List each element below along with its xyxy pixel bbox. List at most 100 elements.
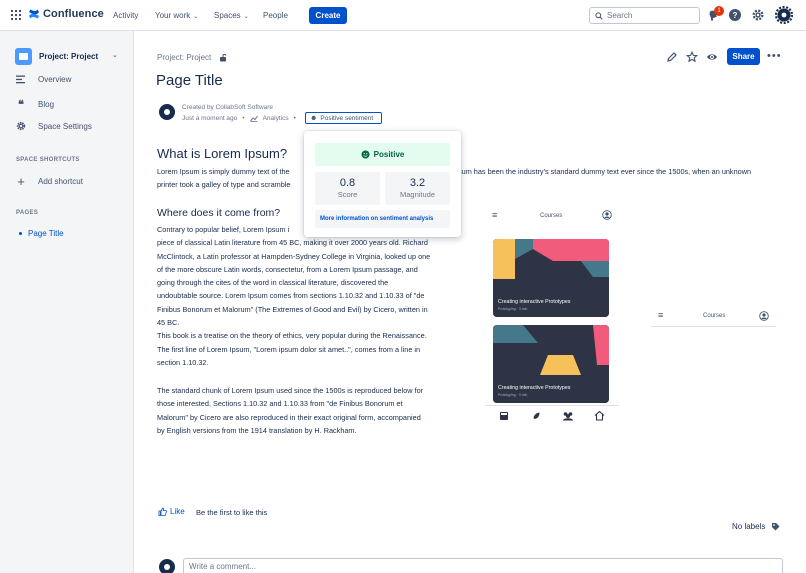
- sidebar-item-label: Space Settings: [38, 121, 92, 131]
- sentiment-result: Positive: [315, 143, 450, 166]
- mockup-header-title: Courses: [540, 213, 563, 219]
- label-tag-icon[interactable]: [771, 522, 780, 531]
- space-sidebar: Project: Project ⌄ Overview ❝ Blog Space…: [0, 31, 134, 573]
- tab-bar-home-icon: [594, 410, 605, 421]
- byline-meta: Just a moment ago • Analytics •: [182, 115, 296, 122]
- search-icon: [595, 11, 603, 20]
- help-icon[interactable]: ?: [728, 8, 742, 22]
- nav-people[interactable]: People: [263, 11, 288, 20]
- sentiment-info-link[interactable]: More information on sentiment analysis: [315, 210, 450, 228]
- like-button[interactable]: Like: [158, 507, 185, 516]
- tab-bar-rocket-icon: [533, 412, 540, 419]
- more-actions-icon[interactable]: •••: [767, 50, 782, 62]
- comment-input[interactable]: Write a comment...: [183, 558, 783, 573]
- star-icon[interactable]: [686, 51, 698, 63]
- paragraph-line: section 1.10.32.: [157, 357, 209, 367]
- chevron-down-icon[interactable]: ⌄: [112, 51, 118, 59]
- paragraph-line: The standard chunk of Lorem Ipsum used s…: [157, 386, 424, 395]
- share-button[interactable]: Share: [727, 48, 760, 65]
- labels-section: No labels: [732, 522, 780, 531]
- app-mockup-header-image: ≡ Courses: [651, 307, 776, 327]
- score-stat: 0.8 Score: [315, 172, 380, 205]
- edit-pencil-icon[interactable]: [666, 51, 678, 63]
- sentiment-label: Positive: [373, 150, 405, 159]
- sidebar-item-space-settings[interactable]: Space Settings: [16, 121, 92, 131]
- search-placeholder: Search: [607, 11, 633, 20]
- like-summary: Be the first to like this: [196, 508, 268, 517]
- sentiment-popup: Positive 0.8 Score 3.2 Magnitude More in…: [304, 131, 461, 237]
- score-value: 0.8: [339, 177, 356, 189]
- pages-heading: PAGES: [16, 210, 39, 216]
- sidebar-item-overview[interactable]: Overview: [16, 75, 71, 84]
- user-avatar-icon[interactable]: [775, 6, 793, 24]
- page-tree-item[interactable]: Page Title: [19, 229, 64, 238]
- magnitude-value: 3.2: [409, 177, 426, 189]
- separator-dot: •: [242, 115, 245, 122]
- paragraph-line: Finibus Bonorum et Malorum" (The Extreme…: [157, 304, 428, 314]
- card-subtitle: Prototyping · 3 min: [498, 393, 528, 397]
- smiley-icon: ☻: [310, 114, 318, 122]
- space-name: Project: Project: [39, 52, 99, 61]
- confluence-logo-icon: [29, 9, 39, 19]
- search-input[interactable]: Search: [589, 7, 700, 24]
- space-shortcuts-heading: SPACE SHORTCUTS: [16, 157, 80, 163]
- paragraph-line: The first line of Lorem Ipsum, "Lorem ip…: [157, 344, 421, 354]
- product-name: Confluence: [43, 8, 104, 20]
- like-label: Like: [170, 507, 185, 516]
- space-header[interactable]: Project: Project: [15, 48, 98, 65]
- app-mockup-image: ≡ Courses Creating interactive Prototype…: [485, 205, 619, 427]
- paragraph-line: 45 BC.: [157, 318, 180, 328]
- sentiment-button[interactable]: ☻ Positive sentiment: [305, 112, 382, 124]
- sidebar-item-label: Overview: [38, 75, 72, 84]
- breadcrumb: Project: Project: [157, 53, 228, 62]
- separator-dot: •: [293, 115, 296, 122]
- divider: [485, 405, 619, 406]
- confluence-logo[interactable]: Confluence: [28, 8, 104, 20]
- analytics-link[interactable]: Analytics: [263, 115, 289, 122]
- analytics-chart-icon: [249, 115, 258, 122]
- sentiment-button-label: Positive sentiment: [320, 114, 374, 122]
- sidebar-item-label: Blog: [38, 100, 55, 109]
- restrictions-unlock-icon[interactable]: [219, 53, 228, 62]
- hamburger-menu-icon: ≡: [658, 310, 664, 320]
- tab-bar-group-icon: [563, 412, 573, 421]
- bullet-icon: [19, 232, 22, 235]
- sidebar-item-blog[interactable]: ❝ Blog: [16, 98, 54, 111]
- magnitude-stat: 3.2 Magnitude: [385, 172, 450, 205]
- paragraph-line: undoubtable source. Lorem Ipsum comes fr…: [157, 291, 425, 301]
- commenter-avatar: [159, 559, 175, 573]
- app-switcher-icon[interactable]: [11, 10, 21, 20]
- add-shortcut-button[interactable]: + Add shortcut: [16, 174, 83, 189]
- paragraph-line: printer took a galley of type and scramb…: [157, 180, 291, 189]
- gear-icon: [16, 121, 26, 131]
- mockup-header-title: Courses: [703, 313, 726, 319]
- comment-placeholder: Write a comment...: [189, 562, 256, 571]
- nav-spaces[interactable]: Spaces ⌄: [214, 11, 249, 20]
- settings-gear-icon[interactable]: [751, 8, 765, 22]
- paragraph-line: going through the cites of the word in c…: [157, 278, 389, 288]
- created-by-text: Created by CollabSoft Software: [182, 104, 274, 111]
- paragraph-line: of the more obscure Latin words, consect…: [157, 264, 418, 274]
- hamburger-menu-icon: ≡: [492, 210, 498, 220]
- create-button[interactable]: Create: [309, 7, 347, 24]
- card-subtitle: Prototyping · 3 min: [498, 307, 528, 311]
- chevron-down-icon: ⌄: [243, 14, 249, 20]
- body-paragraph: Contrary to popular belief, Lorem Ipsum …: [157, 223, 430, 369]
- score-label: Score: [337, 190, 358, 199]
- nav-your-work[interactable]: Your work ⌄: [155, 11, 198, 20]
- body-paragraph: The standard chunk of Lorem Ipsum used s…: [157, 384, 423, 437]
- profile-icon: [759, 311, 769, 321]
- add-shortcut-label: Add shortcut: [38, 177, 83, 186]
- watch-eye-icon[interactable]: [706, 51, 718, 63]
- author-avatar[interactable]: [159, 104, 175, 120]
- nav-activity[interactable]: Activity: [113, 11, 138, 20]
- paragraph-line: by English versions from the 1914 transl…: [157, 425, 357, 435]
- top-navigation-bar: Confluence Activity Your work ⌄ Spaces ⌄ P…: [0, 0, 806, 31]
- paragraph-line: sum has been the industry's standard dum…: [458, 167, 752, 176]
- smiley-icon: [361, 150, 370, 159]
- paragraph-line: McClintock, a Latin professor at Hampden…: [157, 251, 431, 261]
- profile-icon: [602, 210, 612, 220]
- breadcrumb-space-link[interactable]: Project: Project: [157, 53, 211, 62]
- paragraph-line: piece of classical Latin literature from…: [157, 238, 428, 248]
- svg-text:?: ?: [733, 11, 738, 20]
